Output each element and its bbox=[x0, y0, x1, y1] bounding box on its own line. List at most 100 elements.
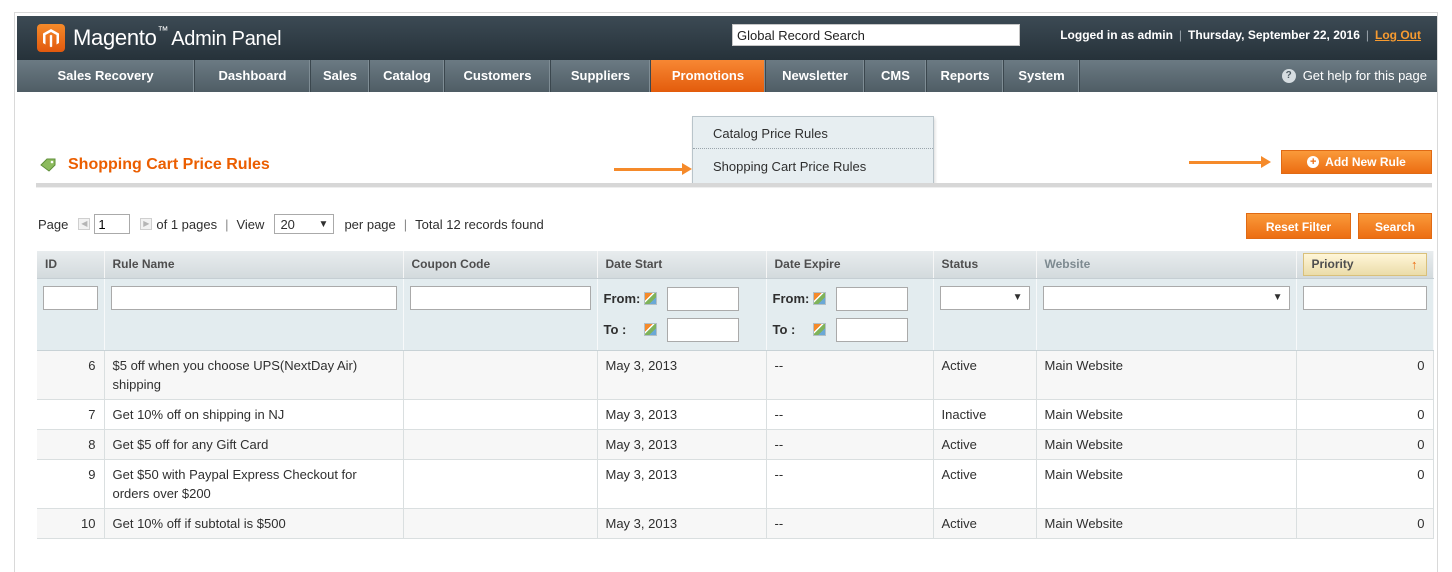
cell-website: Main Website bbox=[1036, 459, 1297, 509]
plus-icon: + bbox=[1307, 156, 1320, 168]
global-record-search-input[interactable] bbox=[732, 24, 1020, 46]
magento-logo[interactable]: Magento™ Admin Panel bbox=[37, 24, 282, 52]
search-button[interactable]: Search bbox=[1358, 213, 1432, 239]
nav-item-customers[interactable]: Customers bbox=[445, 60, 551, 92]
calendar-icon[interactable] bbox=[643, 323, 657, 336]
filter-rule-name-input[interactable] bbox=[110, 285, 397, 310]
date-start-from-label: From: bbox=[603, 291, 641, 306]
cell-date-expire: -- bbox=[766, 399, 934, 430]
cell-status: Active bbox=[933, 508, 1037, 539]
table-row[interactable]: 6 $5 off when you choose UPS(NextDay Air… bbox=[37, 350, 1434, 400]
page-number-input[interactable] bbox=[94, 214, 131, 234]
nav-item-cms[interactable]: CMS bbox=[865, 60, 927, 92]
magento-logo-icon bbox=[37, 24, 65, 52]
prev-page-icon[interactable]: ◀ bbox=[78, 218, 91, 230]
table-row[interactable]: 7 Get 10% off on shipping in NJ May 3, 2… bbox=[37, 399, 1434, 430]
cell-rule-name: $5 off when you choose UPS(NextDay Air) … bbox=[104, 350, 404, 400]
date-expire-from-label: From: bbox=[772, 291, 810, 306]
filter-date-start-from-input[interactable] bbox=[666, 286, 739, 311]
price-tag-icon bbox=[40, 158, 56, 172]
filter-date-expire-from-input[interactable] bbox=[835, 286, 908, 311]
help-link[interactable]: ? Get help for this page bbox=[1281, 60, 1427, 92]
nav-item-promotions[interactable]: Promotions bbox=[651, 60, 766, 92]
filter-date-start-to-input[interactable] bbox=[666, 317, 739, 342]
column-header-priority[interactable]: Priority ↑ bbox=[1296, 251, 1434, 279]
cell-date-start: May 3, 2013 bbox=[597, 429, 767, 460]
filter-priority-input[interactable] bbox=[1302, 285, 1427, 310]
cell-priority: 0 bbox=[1296, 399, 1434, 430]
nav-item-reports[interactable]: Reports bbox=[927, 60, 1004, 92]
nav-item-sales[interactable]: Sales bbox=[311, 60, 370, 92]
next-page-icon[interactable]: ▶ bbox=[140, 218, 153, 230]
column-header-status[interactable]: Status bbox=[933, 251, 1037, 279]
calendar-icon[interactable] bbox=[812, 323, 826, 336]
cell-date-start: May 3, 2013 bbox=[597, 350, 767, 400]
total-records: Total 12 records found bbox=[415, 216, 544, 232]
cell-status: Active bbox=[933, 429, 1037, 460]
annotation-arrow-add-rule bbox=[1189, 156, 1271, 168]
header-date: Thursday, September 22, 2016 bbox=[1188, 28, 1360, 42]
filter-date-expire-to-input[interactable] bbox=[835, 317, 908, 342]
cell-website: Main Website bbox=[1036, 350, 1297, 400]
admin-header: Magento™Admin Panel Logged in as admin|T… bbox=[17, 16, 1437, 60]
menu-item-catalog-price-rules[interactable]: Catalog Price Rules bbox=[693, 119, 933, 149]
nav-item-system[interactable]: System bbox=[1004, 60, 1080, 92]
cell-coupon-code bbox=[403, 429, 598, 460]
calendar-icon[interactable] bbox=[643, 292, 657, 305]
table-row[interactable]: 8 Get $5 off for any Gift Card May 3, 20… bbox=[37, 429, 1434, 460]
filter-website-select[interactable]: ▼ bbox=[1042, 285, 1290, 310]
cell-coupon-code bbox=[403, 508, 598, 539]
column-header-rule-name[interactable]: Rule Name bbox=[104, 251, 404, 279]
cell-coupon-code bbox=[403, 399, 598, 430]
select-arrow-icon: ▼ bbox=[1012, 292, 1023, 303]
column-header-coupon-code[interactable]: Coupon Code bbox=[403, 251, 598, 279]
cell-priority: 0 bbox=[1296, 350, 1434, 400]
cell-rule-name: Get $50 with Paypal Express Checkout for… bbox=[104, 459, 404, 509]
nav-item-sales-recovery[interactable]: Sales Recovery bbox=[17, 60, 195, 92]
filter-status-select[interactable]: ▼ bbox=[939, 285, 1030, 310]
table-row[interactable]: 9 Get $50 with Paypal Express Checkout f… bbox=[37, 459, 1434, 509]
add-new-rule-label: Add New Rule bbox=[1325, 155, 1406, 169]
column-header-id[interactable]: ID bbox=[37, 251, 105, 279]
cell-website: Main Website bbox=[1036, 399, 1297, 430]
nav-item-catalog[interactable]: Catalog bbox=[370, 60, 445, 92]
main-nav: Sales Recovery Dashboard Sales Catalog C… bbox=[17, 60, 1437, 92]
cell-rule-name: Get 10% off if subtotal is $500 bbox=[104, 508, 404, 539]
cell-priority: 0 bbox=[1296, 429, 1434, 460]
logo-trademark: ™ bbox=[157, 25, 169, 37]
add-new-rule-button[interactable]: + Add New Rule bbox=[1281, 150, 1432, 174]
cell-priority: 0 bbox=[1296, 459, 1434, 509]
nav-item-dashboard[interactable]: Dashboard bbox=[195, 60, 311, 92]
menu-item-shopping-cart-price-rules[interactable]: Shopping Cart Price Rules bbox=[693, 152, 933, 182]
header-user-info: Logged in as admin | Thursday, September 2… bbox=[1060, 28, 1421, 42]
column-header-date-start[interactable]: Date Start bbox=[597, 251, 767, 279]
cell-coupon-code bbox=[403, 459, 598, 509]
cell-date-start: May 3, 2013 bbox=[597, 399, 767, 430]
per-page-select[interactable]: 20 ▼ bbox=[274, 214, 335, 234]
cell-id: 8 bbox=[37, 429, 105, 460]
cell-status: Active bbox=[933, 459, 1037, 509]
cell-date-expire: -- bbox=[766, 429, 934, 460]
per-page-value: 20 bbox=[280, 216, 295, 232]
column-header-website[interactable]: Website bbox=[1036, 251, 1297, 279]
filter-coupon-code-input[interactable] bbox=[409, 285, 591, 310]
date-start-to-label: To : bbox=[603, 322, 627, 337]
rules-grid: ID Rule Name Coupon Code Date Start Date… bbox=[37, 251, 1434, 539]
select-arrow-icon: ▼ bbox=[318, 218, 329, 230]
logout-link[interactable]: Log Out bbox=[1375, 28, 1421, 42]
table-row[interactable]: 10 Get 10% off if subtotal is $500 May 3… bbox=[37, 508, 1434, 539]
cell-id: 10 bbox=[37, 508, 105, 539]
column-header-date-expire[interactable]: Date Expire bbox=[766, 251, 934, 279]
per-page-label: per page bbox=[344, 216, 396, 232]
nav-item-newsletter[interactable]: Newsletter bbox=[766, 60, 865, 92]
filter-id-input[interactable] bbox=[43, 285, 98, 310]
select-arrow-icon: ▼ bbox=[1272, 292, 1283, 303]
help-link-label: Get help for this page bbox=[1302, 68, 1427, 83]
cell-date-start: May 3, 2013 bbox=[597, 459, 767, 509]
reset-filter-button[interactable]: Reset Filter bbox=[1246, 213, 1351, 239]
calendar-icon[interactable] bbox=[812, 292, 826, 305]
pager: Page ◀ ▶ of 1 pages | View 20 ▼ per page… bbox=[38, 214, 544, 234]
grid-filter-row: From: To : From: To : ▼ ▼ bbox=[37, 278, 1434, 351]
logged-in-text: Logged in as admin bbox=[1060, 28, 1173, 42]
nav-item-suppliers[interactable]: Suppliers bbox=[551, 60, 651, 92]
